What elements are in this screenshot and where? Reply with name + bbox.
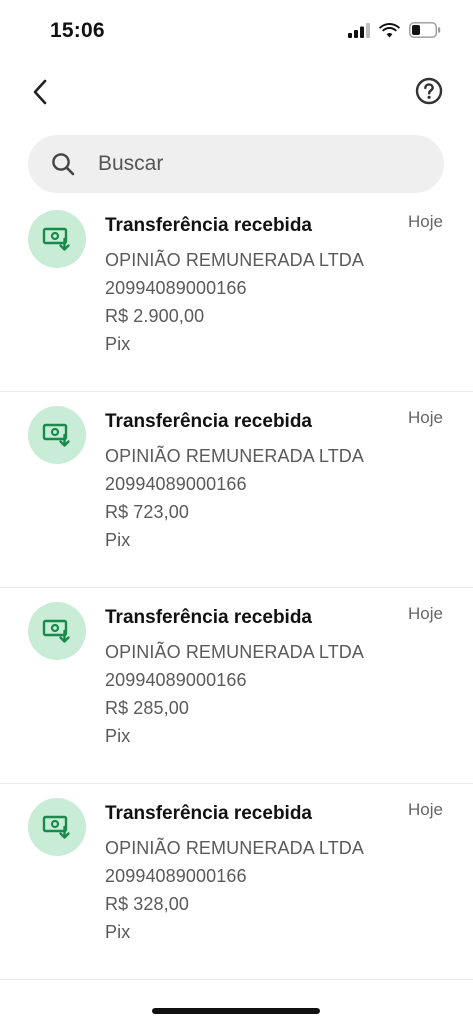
transaction-document: 20994089000166: [105, 866, 247, 886]
transaction-amount: R$ 328,00: [105, 894, 189, 914]
transaction-method: Pix: [105, 334, 131, 354]
money-receive-icon: [28, 406, 86, 464]
transaction-title: Transferência recebida: [105, 607, 312, 628]
money-receive-icon: [28, 210, 86, 268]
money-receive-icon: [28, 798, 86, 856]
money-receive-icon: [28, 602, 86, 660]
cellular-signal-icon: [348, 22, 370, 38]
transaction-date: Hoje: [408, 408, 443, 427]
transaction-date: Hoje: [408, 604, 443, 623]
transaction-document: 20994089000166: [105, 474, 247, 494]
transaction-method: Pix: [105, 726, 131, 746]
transaction-document: 20994089000166: [105, 278, 247, 298]
wifi-icon: [379, 23, 400, 38]
question-circle-icon: [415, 77, 443, 105]
transaction-title: Transferência recebida: [105, 215, 312, 236]
transaction-list: Transferência recebida OPINIÃO REMUNERAD…: [0, 196, 473, 980]
transaction-item[interactable]: Transferência recebida OPINIÃO REMUNERAD…: [0, 588, 473, 784]
transaction-name: OPINIÃO REMUNERADA LTDA: [105, 446, 365, 466]
battery-icon: [409, 22, 441, 38]
transaction-title: Transferência recebida: [105, 411, 312, 432]
transaction-name: OPINIÃO REMUNERADA LTDA: [105, 250, 365, 270]
transaction-item[interactable]: Transferência recebida OPINIÃO REMUNERAD…: [0, 196, 473, 392]
transaction-title: Transferência recebida: [105, 803, 312, 824]
transaction-item[interactable]: Transferência recebida OPINIÃO REMUNERAD…: [0, 392, 473, 588]
search-input[interactable]: [98, 152, 398, 176]
transaction-details: Transferência recebida OPINIÃO REMUNERAD…: [105, 410, 364, 554]
status-bar: 15:06: [0, 0, 473, 60]
transaction-date: Hoje: [408, 800, 443, 819]
home-indicator: [152, 1008, 320, 1014]
transaction-method: Pix: [105, 530, 131, 550]
transaction-amount: R$ 285,00: [105, 698, 189, 718]
search-icon: [52, 153, 75, 176]
help-button[interactable]: [415, 77, 443, 105]
transaction-amount: R$ 723,00: [105, 502, 189, 522]
transaction-name: OPINIÃO REMUNERADA LTDA: [105, 642, 365, 662]
back-button[interactable]: [24, 76, 56, 108]
status-icons: [348, 22, 441, 38]
transaction-document: 20994089000166: [105, 670, 247, 690]
nav-bar: [0, 70, 473, 114]
transaction-amount: R$ 2.900,00: [105, 306, 205, 326]
transaction-name: OPINIÃO REMUNERADA LTDA: [105, 838, 365, 858]
transaction-details: Transferência recebida OPINIÃO REMUNERAD…: [105, 214, 364, 358]
status-time: 15:06: [50, 19, 105, 42]
transaction-method: Pix: [105, 922, 131, 942]
transaction-date: Hoje: [408, 212, 443, 231]
chevron-left-icon: [33, 79, 47, 105]
transaction-details: Transferência recebida OPINIÃO REMUNERAD…: [105, 606, 364, 750]
transaction-item[interactable]: Transferência recebida OPINIÃO REMUNERAD…: [0, 784, 473, 980]
search-bar[interactable]: [28, 135, 444, 193]
transaction-details: Transferência recebida OPINIÃO REMUNERAD…: [105, 802, 364, 946]
